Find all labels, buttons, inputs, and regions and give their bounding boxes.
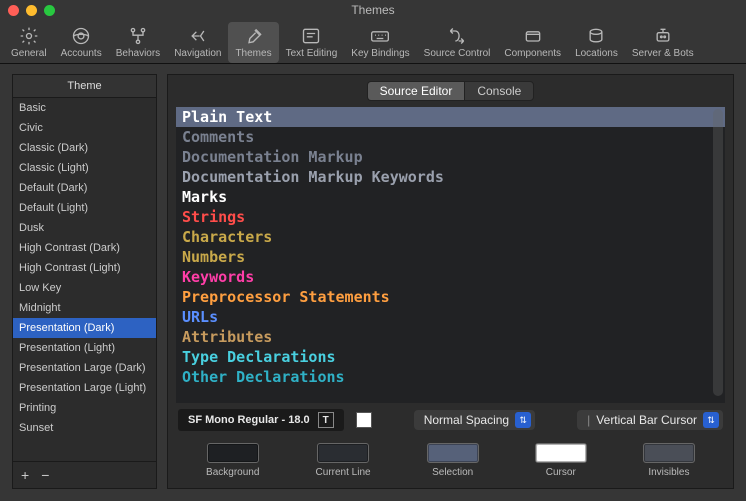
color-well[interactable] [207,443,259,463]
theme-item[interactable]: High Contrast (Light) [13,258,156,278]
font-picker[interactable]: SF Mono Regular - 18.0 T [178,409,344,431]
text-color-swatch[interactable] [356,412,372,428]
theme-list[interactable]: BasicCivicClassic (Dark)Classic (Light)D… [13,98,156,461]
toolbar-components[interactable]: Components [497,22,568,63]
syntax-item[interactable]: Keywords [176,267,725,287]
syntax-item[interactable]: Other Declarations [176,367,725,387]
components-icon [521,25,545,47]
sidebar-footer: + − [13,461,156,488]
tab-source-editor[interactable]: Source Editor [367,81,465,101]
behaviors-icon [126,25,150,47]
server-bots-icon [651,25,675,47]
theme-item[interactable]: Presentation (Light) [13,338,156,358]
source-control-icon [445,25,469,47]
toolbar-general[interactable]: General [4,22,54,63]
color-swatch-row: Background Current Line Selection Cursor Inv… [168,437,733,488]
swatch-background: Background [206,443,259,478]
sidebar-header: Theme [13,75,156,98]
theme-item[interactable]: Default (Dark) [13,178,156,198]
syntax-item[interactable]: Characters [176,227,725,247]
toolbar-navigation[interactable]: Navigation [167,22,228,63]
toolbar-behaviors[interactable]: Behaviors [109,22,167,63]
syntax-item[interactable]: Documentation Markup Keywords [176,167,725,187]
titlebar: Themes [0,0,746,20]
theme-item[interactable]: High Contrast (Dark) [13,238,156,258]
toolbar-locations[interactable]: Locations [568,22,625,63]
syntax-item[interactable]: Plain Text [176,107,725,127]
minimize-button[interactable] [26,5,37,16]
theme-item[interactable]: Presentation Large (Light) [13,378,156,398]
theme-item[interactable]: Presentation Large (Dark) [13,358,156,378]
text-editing-icon [299,25,323,47]
syntax-item[interactable]: Strings [176,207,725,227]
syntax-item[interactable]: Numbers [176,247,725,267]
themes-icon [242,25,266,47]
color-well[interactable] [427,443,479,463]
toolbar-server-bots[interactable]: Server & Bots [625,22,701,63]
toolbar-source-control[interactable]: Source Control [417,22,498,63]
editor-tabs: Source Editor Console [168,75,733,107]
cursor-dropdown[interactable]: | Vertical Bar Cursor ⇅ [577,410,723,430]
add-theme-button[interactable]: + [21,467,29,483]
swatch-cursor: Cursor [535,443,587,478]
syntax-item[interactable]: Preprocessor Statements [176,287,725,307]
syntax-list[interactable]: Plain TextCommentsDocumentation MarkupDo… [176,107,725,403]
theme-item[interactable]: Classic (Light) [13,158,156,178]
traffic-lights [8,5,55,16]
tab-console[interactable]: Console [464,81,534,101]
swatch-selection: Selection [427,443,479,478]
theme-item[interactable]: Presentation (Dark) [13,318,156,338]
syntax-item[interactable]: Type Declarations [176,347,725,367]
content: Theme BasicCivicClassic (Dark)Classic (L… [0,64,746,499]
maximize-button[interactable] [44,5,55,16]
theme-sidebar: Theme BasicCivicClassic (Dark)Classic (L… [12,74,157,489]
theme-item[interactable]: Civic [13,118,156,138]
scrollbar[interactable] [713,109,723,396]
swatch-current-line: Current Line [316,443,371,478]
theme-item[interactable]: Classic (Dark) [13,138,156,158]
font-controls: SF Mono Regular - 18.0 T Normal Spacing … [168,403,733,437]
theme-item[interactable]: Default (Light) [13,198,156,218]
spacing-dropdown[interactable]: Normal Spacing ⇅ [414,410,535,430]
preferences-window: Themes GeneralAccountsBehaviorsNavigatio… [0,0,746,501]
color-well[interactable] [535,443,587,463]
syntax-item[interactable]: Marks [176,187,725,207]
remove-theme-button[interactable]: − [41,467,49,483]
color-well[interactable] [643,443,695,463]
key-bindings-icon [368,25,392,47]
toolbar-themes[interactable]: Themes [228,22,278,63]
chevron-updown-icon: ⇅ [703,412,719,428]
navigation-icon [186,25,210,47]
locations-icon [584,25,608,47]
toolbar-text-editing[interactable]: Text Editing [279,22,345,63]
syntax-item[interactable]: Comments [176,127,725,147]
font-display-label: SF Mono Regular - 18.0 [188,414,310,426]
general-icon [17,25,41,47]
theme-item[interactable]: Sunset [13,418,156,438]
window-title: Themes [0,3,746,17]
close-button[interactable] [8,5,19,16]
swatch-invisibles: Invisibles [643,443,695,478]
theme-item[interactable]: Midnight [13,298,156,318]
toolbar-key-bindings[interactable]: Key Bindings [344,22,416,63]
accounts-icon [69,25,93,47]
toolbar: GeneralAccountsBehaviorsNavigationThemes… [0,20,746,64]
toolbar-accounts[interactable]: Accounts [54,22,109,63]
syntax-item[interactable]: Attributes [176,327,725,347]
theme-item[interactable]: Printing [13,398,156,418]
chevron-updown-icon: ⇅ [515,412,531,428]
theme-item[interactable]: Low Key [13,278,156,298]
font-panel-icon: T [318,412,334,428]
theme-item[interactable]: Dusk [13,218,156,238]
syntax-item[interactable]: URLs [176,307,725,327]
color-well[interactable] [317,443,369,463]
theme-item[interactable]: Basic [13,98,156,118]
main-panel: Source Editor Console Plain TextComments… [167,74,734,489]
syntax-item[interactable]: Documentation Markup [176,147,725,167]
